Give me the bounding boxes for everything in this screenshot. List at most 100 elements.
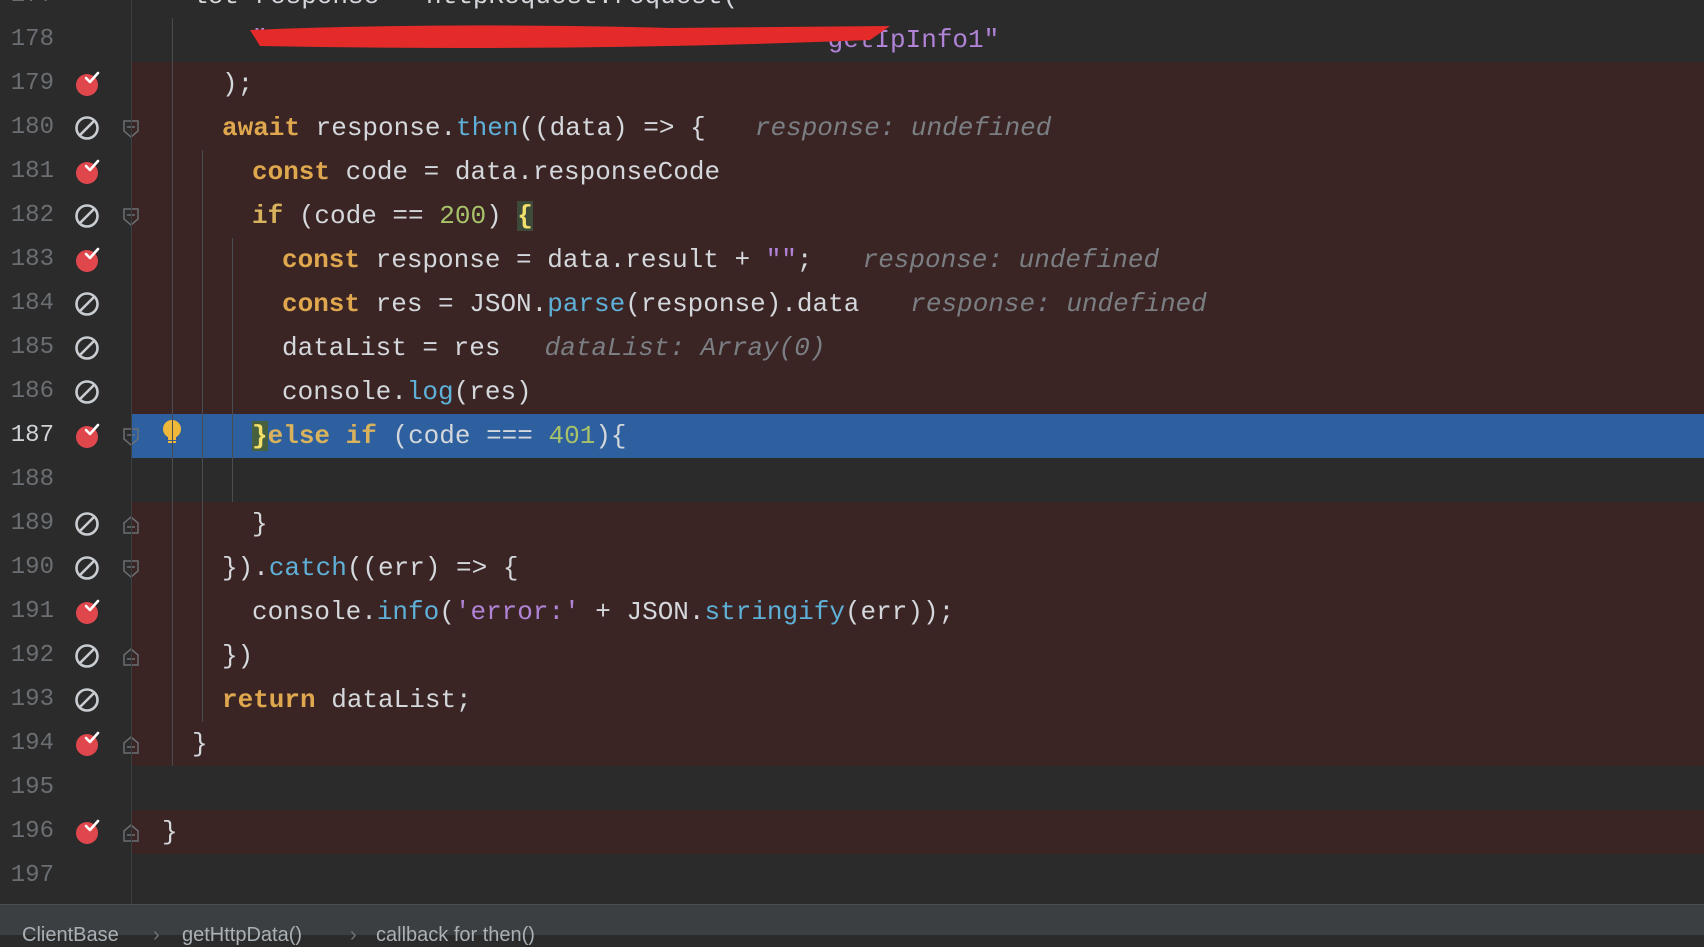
code-line-184[interactable]: 184 const res = JSON.parse(response).data… xyxy=(0,282,1704,326)
breadcrumb-item-callback[interactable]: callback for then() xyxy=(376,923,535,947)
gutter-separator xyxy=(131,0,132,904)
code-text: } xyxy=(252,509,268,539)
breakpoint-muted-icon[interactable] xyxy=(74,291,100,317)
code-line-178[interactable]: 178 " getIpInfo1" xyxy=(0,18,1704,62)
code-line-187[interactable]: 187 }else if (code === 401){ xyxy=(0,414,1704,458)
breakpoint-verified-icon[interactable] xyxy=(74,159,100,185)
breakpoint-muted-icon[interactable] xyxy=(74,335,100,361)
code-line-193[interactable]: 193 return dataList; xyxy=(0,678,1704,722)
inline-debug-value: response: undefined xyxy=(910,289,1207,319)
code-text: }).catch((err) => { xyxy=(222,553,519,583)
breakpoint-muted-icon[interactable] xyxy=(74,643,100,669)
code-text: const res = JSON.parse(response).data xyxy=(282,289,860,319)
code-text: dataList = res xyxy=(282,333,501,363)
code-line-189[interactable]: 189} xyxy=(0,502,1704,546)
code-line-192[interactable]: 192}) xyxy=(0,634,1704,678)
breakpoint-verified-icon[interactable] xyxy=(74,599,100,625)
line-number[interactable]: 183 xyxy=(0,238,54,282)
line-number[interactable]: 181 xyxy=(0,150,54,194)
breadcrumb: ClientBase › getHttpData() › callback fo… xyxy=(0,904,1704,946)
string-tail: getIpInfo1" xyxy=(827,25,1000,55)
code-text: }) xyxy=(222,641,254,671)
inline-debug-value: response: undefined xyxy=(754,113,1052,143)
breakpoint-muted-icon[interactable] xyxy=(74,687,100,713)
breakpoint-muted-icon[interactable] xyxy=(74,203,100,229)
code-line-196[interactable]: 196} xyxy=(0,810,1704,854)
line-highlight xyxy=(131,502,1704,546)
code-line-197[interactable]: 197 xyxy=(0,854,1704,898)
code-text: const code = data.responseCode xyxy=(252,157,721,187)
line-number[interactable]: 182 xyxy=(0,194,54,238)
code-line-188[interactable]: 188 xyxy=(0,458,1704,502)
line-highlight xyxy=(131,62,1704,106)
line-number[interactable]: 191 xyxy=(0,590,54,634)
line-number[interactable]: 179 xyxy=(0,62,54,106)
line-number[interactable]: 195 xyxy=(0,766,54,810)
breakpoint-verified-icon[interactable] xyxy=(74,247,100,273)
code-text: let response = httpRequest.request( xyxy=(192,0,738,18)
code-line-194[interactable]: 194} xyxy=(0,722,1704,766)
code-text: return dataList; xyxy=(222,685,472,715)
code-text: } xyxy=(192,729,208,759)
line-number[interactable]: 186 xyxy=(0,370,54,414)
code-text: console.log(res) xyxy=(282,377,532,407)
line-number[interactable]: 190 xyxy=(0,546,54,590)
code-line-185[interactable]: 185 dataList = res dataList: Array(0) xyxy=(0,326,1704,370)
code-line: 177 let response = httpRequest.request( xyxy=(0,0,1704,18)
indent-guide xyxy=(202,150,203,722)
breakpoint-muted-icon[interactable] xyxy=(74,115,100,141)
indent-guide xyxy=(172,18,173,766)
breakpoint-verified-icon[interactable] xyxy=(74,423,100,449)
line-number[interactable]: 187 xyxy=(0,414,54,458)
breakpoint-muted-icon[interactable] xyxy=(74,379,100,405)
line-number[interactable]: 197 xyxy=(0,854,54,898)
inline-debug-value: response: undefined xyxy=(862,245,1160,275)
breakpoint-verified-icon[interactable] xyxy=(74,819,100,845)
code-text: const response = data.result + ""; xyxy=(282,245,813,275)
code-line-181[interactable]: 181 const code = data.responseCode xyxy=(0,150,1704,194)
line-number[interactable]: 180 xyxy=(0,106,54,150)
code-line-183[interactable]: 183 const response = data.result + ""; res… xyxy=(0,238,1704,282)
code-line-195[interactable]: 195 xyxy=(0,766,1704,810)
line-highlight xyxy=(131,722,1704,766)
code-text: await response.then((data) => { xyxy=(222,113,706,143)
line-highlight xyxy=(131,810,1704,854)
code-line-179[interactable]: 179); xyxy=(0,62,1704,106)
code-line-186[interactable]: 186 console.log(res) xyxy=(0,370,1704,414)
indent-guide xyxy=(232,238,233,502)
breadcrumb-item-function[interactable]: getHttpData() xyxy=(182,923,302,947)
line-number[interactable]: 188 xyxy=(0,458,54,502)
line-highlight xyxy=(131,458,1704,502)
inline-debug-value: dataList: Array(0) xyxy=(544,333,826,363)
line-number[interactable]: 194 xyxy=(0,722,54,766)
line-number[interactable]: 192 xyxy=(0,634,54,678)
breakpoint-verified-icon[interactable] xyxy=(74,71,100,97)
code-text: if (code == 200) { xyxy=(252,201,533,231)
line-number[interactable]: 184 xyxy=(0,282,54,326)
line-number: 177 xyxy=(0,0,54,18)
line-number[interactable]: 178 xyxy=(0,18,54,62)
code-text: " getIpInfo1" xyxy=(252,25,1000,55)
line-number[interactable]: 196 xyxy=(0,810,54,854)
code-editor[interactable]: 177let response = httpRequest.request(17… xyxy=(0,0,1704,904)
breakpoint-verified-icon[interactable] xyxy=(74,731,100,757)
breadcrumb-separator-icon: › xyxy=(350,924,357,946)
line-number[interactable]: 193 xyxy=(0,678,54,722)
breakpoint-muted-icon[interactable] xyxy=(74,555,100,581)
code-line-191[interactable]: 191 console.info('error:' + JSON.stringif… xyxy=(0,590,1704,634)
line-number[interactable]: 185 xyxy=(0,326,54,370)
line-highlight xyxy=(131,766,1704,810)
code-text: ); xyxy=(222,69,254,99)
code-text: } xyxy=(162,817,178,847)
line-highlight xyxy=(131,854,1704,898)
breadcrumb-separator-icon: › xyxy=(153,924,160,946)
code-line-190[interactable]: 190 }).catch((err) => { xyxy=(0,546,1704,590)
breadcrumb-item-class[interactable]: ClientBase xyxy=(22,923,119,947)
code-text: console.info('error:' + JSON.stringify(e… xyxy=(252,597,955,627)
line-highlight xyxy=(131,634,1704,678)
code-text: }else if (code === 401){ xyxy=(252,421,627,451)
code-line-180[interactable]: 180 await response.then((data) => { respon… xyxy=(0,106,1704,150)
line-number[interactable]: 189 xyxy=(0,502,54,546)
code-line-182[interactable]: 182 if (code == 200) { xyxy=(0,194,1704,238)
breakpoint-muted-icon[interactable] xyxy=(74,511,100,537)
